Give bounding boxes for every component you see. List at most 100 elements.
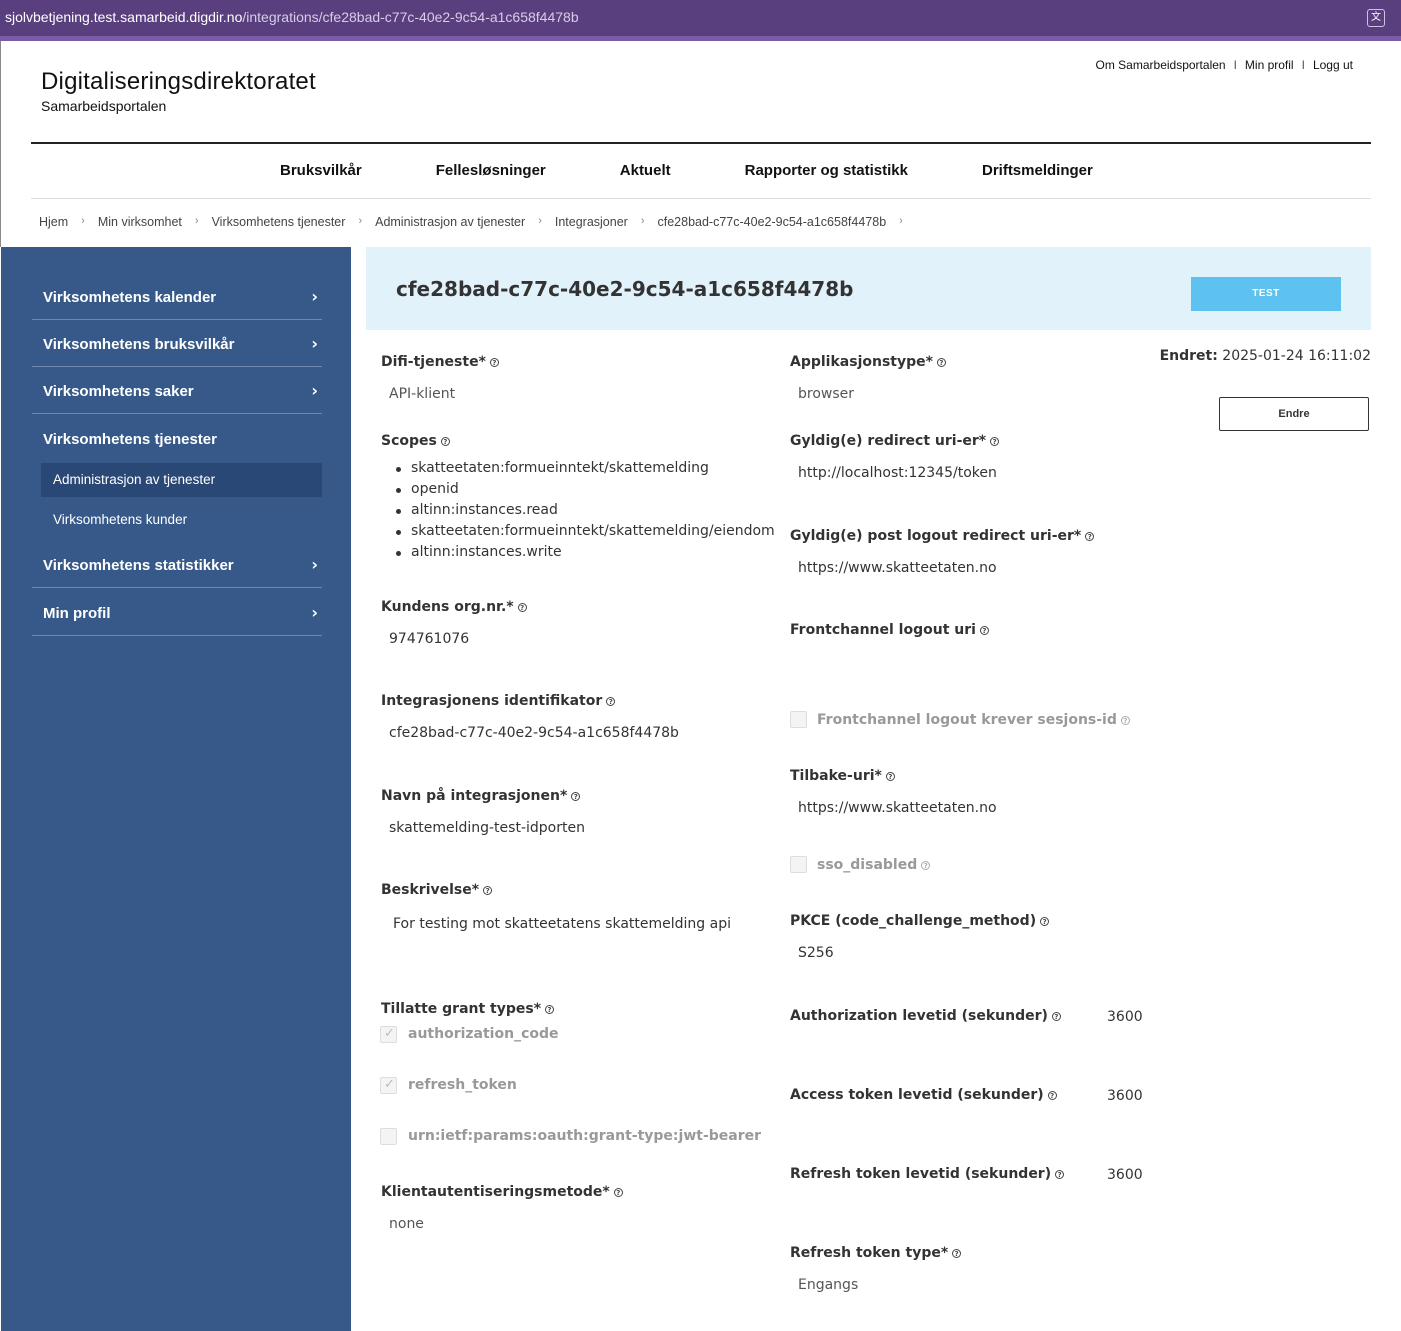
grant-checkbox-jwt-bearer[interactable] [380,1128,397,1145]
help-icon[interactable]: ? [545,1005,555,1014]
translate-icon[interactable]: 文 [1367,9,1385,27]
sidebar-subitem-kunder[interactable]: Virksomhetens kunder [41,503,322,537]
label-text: Frontchannel logout krever sesjons-id [817,712,1117,728]
help-icon[interactable]: ? [483,886,493,895]
help-icon[interactable]: ? [1047,1091,1057,1100]
field-label-desc: Beskrivelse*? [381,882,493,898]
field-value-difi: API-klient [389,386,456,402]
sidebar-item-bruksvilkar[interactable]: Virksomhetens bruksvilkår › [32,320,322,367]
sidebar-item-tjenester[interactable]: Virksomhetens tjenester [32,415,322,462]
help-icon[interactable]: ? [1055,1170,1065,1179]
label-text: Access token levetid (sekunder) [790,1087,1044,1103]
sidebar-item-label: Virksomhetens tjenester [43,431,217,448]
nav-driftsmeldinger[interactable]: Driftsmeldinger [982,162,1093,179]
chevron-right-icon: › [311,334,318,353]
field-value-ident: cfe28bad-c77c-40e2-9c54-a1c658f4478b [389,725,679,741]
field-value-desc: For testing mot skatteetatens skattemeld… [393,916,731,932]
sidebar-item-label: Virksomhetens statistikker [43,557,234,574]
chevron-right-icon: › [311,555,318,574]
portal-name: Samarbeidsportalen [41,98,167,114]
breadcrumb-current: cfe28bad-c77c-40e2-9c54-a1c658f4478b [657,215,887,229]
label-text: Tilbake-uri* [790,768,882,784]
separator: I [1233,58,1237,72]
field-label-pkce: PKCE (code_challenge_method)? [790,913,1050,929]
url-text[interactable]: sjolvbetjening.test.samarbeid.digdir.no/… [5,9,579,25]
chevron-right-icon: › [194,215,199,227]
help-icon[interactable]: ? [440,437,450,446]
grant-label: authorization_code [408,1026,559,1042]
nav-bruksvilkar[interactable]: Bruksvilkår [280,162,362,179]
page-edge [0,41,1,247]
chevron-right-icon: › [358,215,363,227]
help-icon[interactable]: ? [606,697,616,706]
label-text: Beskrivelse* [381,882,480,898]
breadcrumb: Hjem › Min virksomhet › Virksomhetens tjen… [39,215,916,229]
help-icon[interactable]: ? [1051,1012,1061,1021]
chevron-right-icon: › [538,215,542,227]
sidebar-item-label: Virksomhetens saker [43,383,194,400]
help-icon[interactable]: ? [517,603,527,612]
sso-disabled-label: sso_disabled? [817,857,931,873]
top-link-om[interactable]: Om Samarbeidsportalen [1096,58,1226,72]
help-icon[interactable]: ? [571,792,581,801]
field-label-auth-lifetime: Authorization levetid (sekunder)? [790,1008,1061,1024]
sidebar-item-min-profil[interactable]: Min profil › [32,589,322,636]
help-icon[interactable]: ? [613,1188,623,1197]
help-icon[interactable]: ? [1040,917,1050,926]
label-text: Authorization levetid (sekunder) [790,1008,1048,1024]
breadcrumb-integrasjoner[interactable]: Integrasjoner [555,215,628,229]
top-links: Om Samarbeidsportalen I Min profil I Logg ut [1096,58,1353,72]
field-value-refresh-lifetime: 3600 [1107,1167,1143,1183]
nav-aktuelt[interactable]: Aktuelt [620,162,671,179]
field-label-scopes: Scopes? [381,433,450,449]
help-icon[interactable]: ? [952,1249,962,1258]
breadcrumb-administrasjon[interactable]: Administrasjon av tjenester [375,215,525,229]
label-text: Scopes [381,433,437,449]
sidebar-subitem-administrasjon[interactable]: Administrasjon av tjenester [41,463,322,497]
sidebar-item-saker[interactable]: Virksomhetens saker › [32,367,322,414]
frontchannel-sid-checkbox[interactable] [790,711,807,728]
field-label-org: Kundens org.nr.*? [381,599,527,615]
field-label-refresh-type: Refresh token type*? [790,1245,962,1261]
nav-fellesloesninger[interactable]: Fellesløsninger [436,162,546,179]
frontchannel-sid-label: Frontchannel logout krever sesjons-id? [817,712,1130,728]
field-label-post-logout: Gyldig(e) post logout redirect uri-er*? [790,528,1095,544]
changed-timestamp: Endret: 2025-01-24 16:11:02 [1160,348,1371,364]
chevron-right-icon: › [81,215,85,227]
list-item: skatteetaten:formueinntekt/skattemelding… [393,521,775,542]
separator: I [1301,58,1305,72]
grant-checkbox-authorization-code[interactable] [380,1026,397,1043]
nav-rapporter[interactable]: Rapporter og statistikk [745,162,908,179]
field-label-name: Navn på integrasjonen*? [381,788,581,804]
site-brand[interactable]: Digitaliseringsdirektoratet Samarbeidspo… [41,68,316,114]
help-icon[interactable]: ? [885,772,895,781]
help-icon[interactable]: ? [1120,716,1130,725]
sso-disabled-checkbox[interactable] [790,856,807,873]
help-icon[interactable]: ? [489,358,499,367]
sidebar-subitem-label: Virksomhetens kunder [53,512,188,527]
edit-button[interactable]: Endre [1219,397,1369,431]
breadcrumb-min-virksomhet[interactable]: Min virksomhet [98,215,182,229]
help-icon[interactable]: ? [979,626,989,635]
label-text: Refresh token levetid (sekunder) [790,1166,1052,1182]
help-icon[interactable]: ? [990,437,1000,446]
sidebar-item-statistikker[interactable]: Virksomhetens statistikker › [32,541,322,588]
breadcrumb-tjenester[interactable]: Virksomhetens tjenester [212,215,346,229]
url-path: /integrations/cfe28bad-c77c-40e2-9c54-a1… [242,9,579,25]
integration-header: cfe28bad-c77c-40e2-9c54-a1c658f4478b TES… [366,247,1371,330]
sidebar-item-kalender[interactable]: Virksomhetens kalender › [32,273,322,320]
browser-address-bar[interactable]: sjolvbetjening.test.samarbeid.digdir.no/… [0,0,1401,41]
help-icon[interactable]: ? [1085,532,1095,541]
top-link-min-profil[interactable]: Min profil [1245,58,1294,72]
field-value-refresh-type: Engangs [798,1277,859,1293]
top-link-logg-ut[interactable]: Logg ut [1313,58,1353,72]
label-text: Frontchannel logout uri [790,622,976,638]
breadcrumb-hjem[interactable]: Hjem [39,215,68,229]
help-icon[interactable]: ? [936,358,946,367]
grant-checkbox-refresh-token[interactable] [380,1077,397,1094]
help-icon[interactable]: ? [921,861,931,870]
field-value-auth-lifetime: 3600 [1107,1009,1143,1025]
field-label-frontchannel: Frontchannel logout uri? [790,622,989,638]
changed-value: 2025-01-24 16:11:02 [1222,348,1371,364]
field-label-auth-method: Klientautentiseringsmetode*? [381,1184,623,1200]
